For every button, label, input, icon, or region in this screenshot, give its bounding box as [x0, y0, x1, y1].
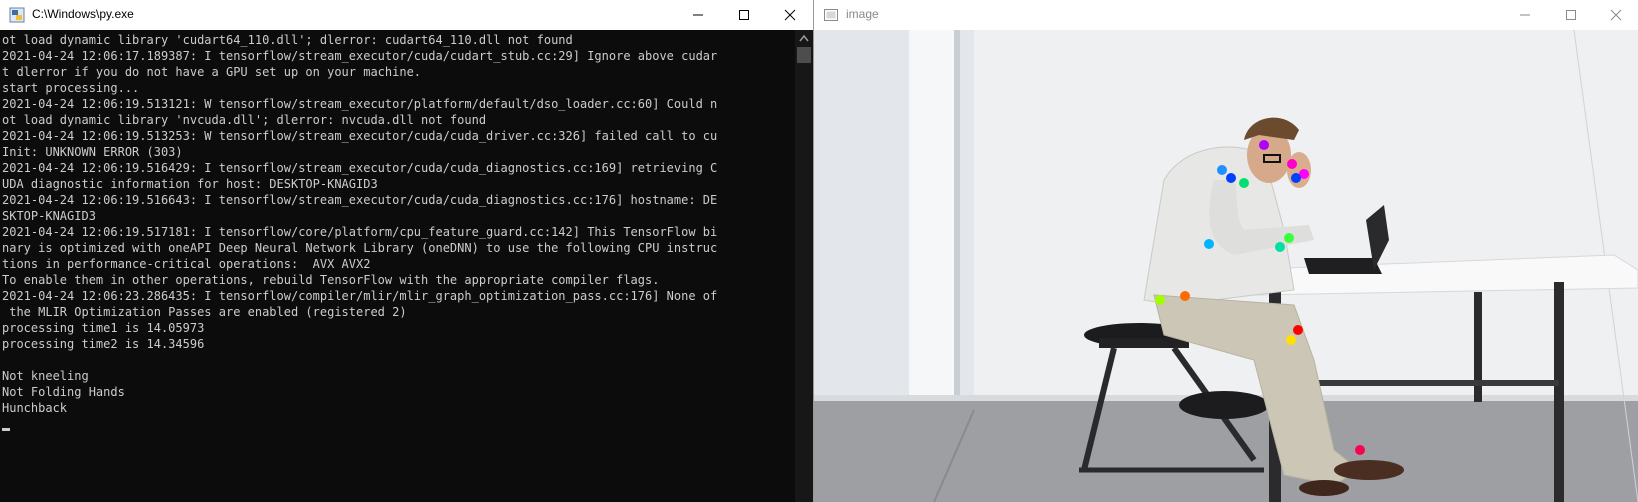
console-line: 2021-04-24 12:06:17.189387: I tensorflow… — [2, 49, 718, 63]
keypoint-ankle — [1355, 445, 1365, 455]
arrow-up-icon — [799, 34, 809, 42]
console-line: Hunchback — [2, 401, 68, 415]
console-window: C:\Windows\py.exe ot load dynamic librar… — [0, 0, 813, 502]
keypoint-hip-right — [1180, 291, 1190, 301]
keypoint-knee-right — [1293, 325, 1303, 335]
console-line: tions in performance-critical operations… — [2, 257, 371, 271]
keypoint-wrist-right — [1275, 242, 1285, 252]
close-icon — [784, 9, 796, 21]
keypoint-elbow — [1204, 239, 1214, 249]
image-window: image — [813, 0, 1638, 502]
pose-photo — [814, 30, 1638, 502]
console-line: SKTOP-KNAGID3 — [2, 209, 96, 223]
console-line: ot load dynamic library 'cudart64_110.dl… — [2, 33, 573, 47]
window-title: image — [846, 7, 879, 21]
minimize-icon — [1520, 14, 1530, 16]
python-icon — [9, 7, 25, 23]
console-line: UDA diagnostic information for host: DES… — [2, 177, 378, 191]
console-line: 2021-04-24 12:06:23.286435: I tensorflow… — [2, 289, 718, 303]
close-icon — [1610, 9, 1622, 21]
console-line: To enable them in other operations, rebu… — [2, 273, 660, 287]
vertical-scrollbar[interactable] — [795, 30, 813, 502]
window-title: C:\Windows\py.exe — [32, 7, 134, 21]
console-line: 2021-04-24 12:06:19.513121: W tensorflow… — [2, 97, 718, 111]
console-text: ot load dynamic library 'cudart64_110.dl… — [0, 30, 795, 416]
maximize-icon — [1566, 10, 1576, 20]
console-titlebar[interactable]: C:\Windows\py.exe — [0, 0, 813, 30]
keypoint-neck — [1226, 173, 1236, 183]
text-cursor — [2, 428, 10, 431]
keypoint-knee-left — [1286, 335, 1296, 345]
keypoint-eye — [1287, 159, 1297, 169]
scroll-up-button[interactable] — [795, 30, 813, 47]
minimize-button[interactable] — [1502, 0, 1548, 30]
maximize-icon — [739, 10, 749, 20]
console-line: Not Folding Hands — [2, 385, 125, 399]
keypoint-hip-left — [1155, 295, 1165, 305]
maximize-button[interactable] — [1548, 0, 1594, 30]
console-line: Init: UNKNOWN ERROR (303) — [2, 145, 183, 159]
scrollbar-thumb[interactable] — [797, 47, 811, 63]
console-line: 2021-04-24 12:06:19.516643: I tensorflow… — [2, 193, 718, 207]
console-line: 2021-04-24 12:06:19.513253: W tensorflow… — [2, 129, 718, 143]
close-button[interactable] — [1593, 0, 1638, 30]
console-line: t dlerror if you do not have a GPU set u… — [2, 65, 422, 79]
close-button[interactable] — [767, 0, 813, 30]
console-line: 2021-04-24 12:06:19.516429: I tensorflow… — [2, 161, 718, 175]
keypoint-shoulder-left — [1239, 178, 1249, 188]
minimize-button[interactable] — [675, 0, 721, 30]
console-line: nary is optimized with oneAPI Deep Neura… — [2, 241, 718, 255]
minimize-icon — [693, 14, 703, 16]
console-line: 2021-04-24 12:06:19.517181: I tensorflow… — [2, 225, 718, 239]
image-titlebar[interactable]: image — [814, 0, 1638, 30]
keypoint-shoulder-right — [1217, 165, 1227, 175]
console-output[interactable]: ot load dynamic library 'cudart64_110.dl… — [0, 30, 795, 502]
console-line: the MLIR Optimization Passes are enabled… — [2, 305, 407, 319]
console-line: processing time1 is 14.05973 — [2, 321, 205, 335]
keypoint-wrist-left — [1284, 233, 1294, 243]
console-line: start processing... — [2, 81, 140, 95]
image-window-icon — [824, 9, 838, 21]
maximize-button[interactable] — [721, 0, 767, 30]
pose-image — [814, 30, 1638, 502]
console-line: Not kneeling — [2, 369, 89, 383]
keypoint-head — [1259, 140, 1269, 150]
console-line: ot load dynamic library 'nvcuda.dll'; dl… — [2, 113, 487, 127]
console-line: processing time2 is 14.34596 — [2, 337, 205, 351]
keypoint-nose — [1291, 173, 1301, 183]
